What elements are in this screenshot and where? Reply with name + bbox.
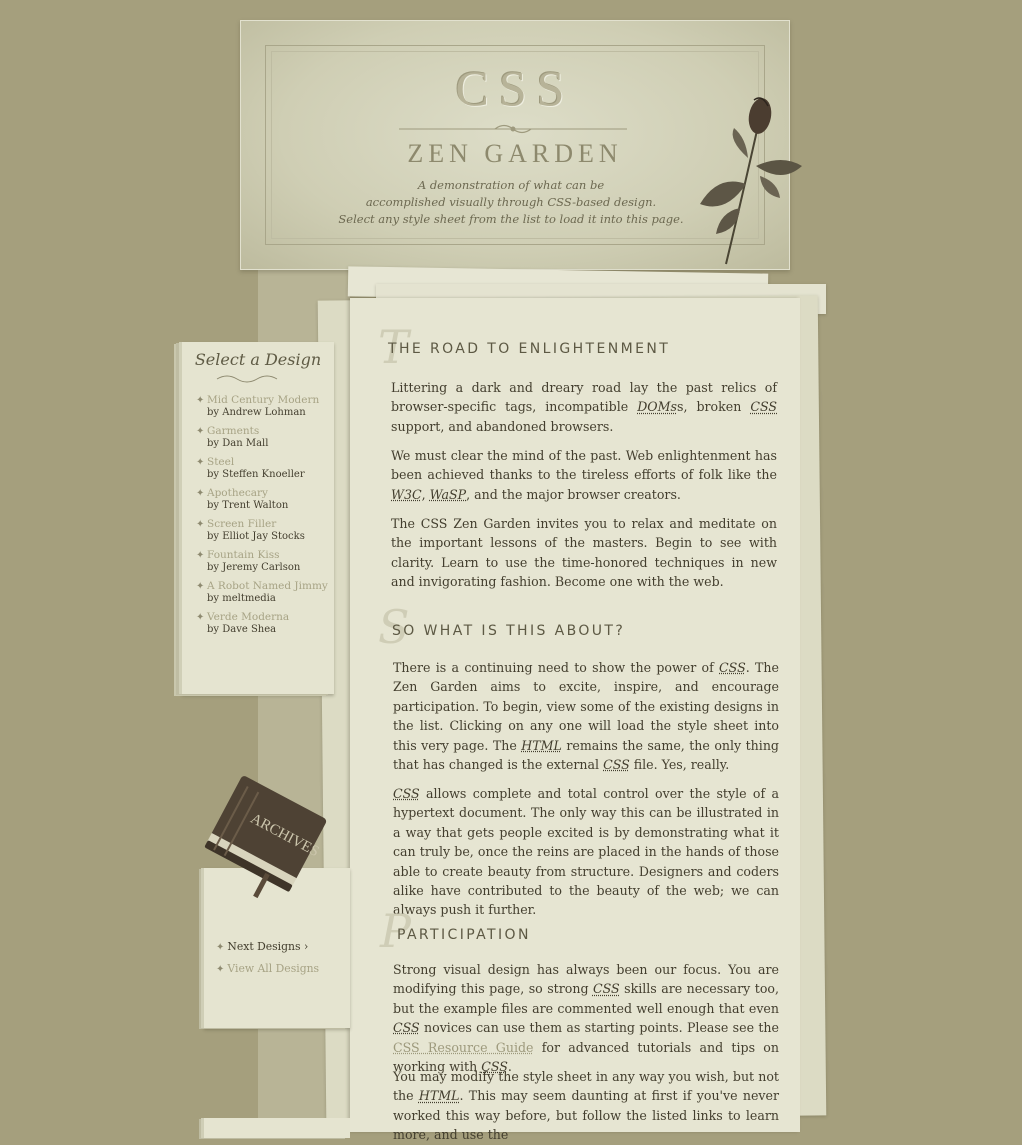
archives-book-icon: ARCHIVES — [204, 776, 327, 899]
abbr-w3c: W3C — [391, 486, 422, 502]
abbr-html: HTML — [418, 1088, 460, 1104]
design-link[interactable]: A Robot Named Jimmy — [207, 580, 328, 592]
design-list-title: Select a Design — [194, 350, 322, 369]
tagline-line: accomplished visually through CSS-based … — [365, 195, 657, 209]
abbr-css: CSS — [393, 1020, 420, 1036]
design-author: by Trent Walton — [207, 500, 289, 511]
star-icon: ✦ — [196, 550, 205, 561]
star-icon: ✦ — [216, 942, 225, 953]
abbr-dom: DOMs — [637, 399, 677, 415]
abbr-html: HTML — [521, 737, 562, 753]
paper-card — [204, 1118, 350, 1138]
paragraph: The CSS Zen Garden invites you to relax … — [391, 516, 777, 590]
design-list: ✦ Mid Century Modern by Andrew Lohman ✦ Gar… — [196, 394, 336, 642]
list-item: ✦ Steel by Steffen Knoeller — [196, 456, 336, 487]
star-icon: ✦ — [196, 488, 205, 499]
next-designs-link[interactable]: ✦ Next Designs › — [216, 940, 308, 953]
abbr-wasp: WaSP — [429, 486, 467, 502]
list-item: ✦ Screen Filler by Elliot Jay Stocks — [196, 518, 336, 549]
design-author: by Dan Mall — [207, 438, 269, 449]
design-link[interactable]: Verde Moderna — [207, 611, 289, 623]
design-link[interactable]: Fountain Kiss — [207, 549, 279, 561]
flourish-icon — [216, 375, 278, 383]
paragraph: We must clear the mind of the past. Web … — [391, 448, 777, 502]
header-tagline: A demonstration of what can be accomplis… — [321, 177, 701, 228]
list-item: ✦ A Robot Named Jimmy by meltmedia — [196, 580, 336, 611]
heading-road-to-enlightenment: THE ROAD TO ENLIGHTENMENT — [388, 341, 671, 357]
list-item: ✦ Apothecary by Trent Walton — [196, 487, 336, 518]
design-author: by Andrew Lohman — [207, 407, 306, 418]
view-all-designs-link[interactable]: ✦ View All Designs — [216, 962, 319, 975]
rose-icon — [700, 97, 802, 265]
list-item: ✦ Garments by Dan Mall — [196, 425, 336, 456]
paragraph: Littering a dark and dreary road lay the… — [391, 380, 778, 434]
star-icon: ✦ — [216, 964, 225, 975]
main-content: T THE ROAD TO ENLIGHTENMENT Littering a … — [350, 298, 800, 1142]
tagline-line: Select any style sheet from the list to … — [338, 212, 684, 226]
abbr-css: CSS — [393, 786, 420, 801]
design-author: by Elliot Jay Stocks — [207, 531, 305, 542]
list-item: ✦ Verde Moderna by Dave Shea — [196, 611, 336, 642]
tagline-line: A demonstration of what can be — [417, 178, 605, 192]
star-icon: ✦ — [196, 395, 205, 406]
star-icon: ✦ — [196, 581, 205, 592]
design-author: by Jeremy Carlson — [207, 562, 301, 573]
star-icon: ✦ — [196, 612, 205, 623]
abbr-css: CSS — [603, 757, 630, 773]
list-item: ✦ Fountain Kiss by Jeremy Carlson — [196, 549, 336, 580]
design-link[interactable]: Steel — [207, 456, 234, 468]
abbr-css: CSS — [750, 399, 778, 415]
paragraph: You may modify the style sheet in any wa… — [393, 1069, 779, 1143]
abbr-css: CSS — [592, 981, 620, 997]
paragraph: CSS allows complete and total control ov… — [393, 786, 779, 918]
star-icon: ✦ — [196, 519, 205, 530]
list-item: ✦ Mid Century Modern by Andrew Lohman — [196, 394, 336, 425]
design-link[interactable]: Mid Century Modern — [207, 394, 319, 406]
css-resource-guide-link[interactable]: CSS Resource Guide — [393, 1040, 534, 1055]
heading-so-what-is-this-about: SO WHAT IS THIS ABOUT? — [392, 623, 626, 639]
header-ornament-icon — [399, 124, 627, 134]
design-link[interactable]: Screen Filler — [207, 518, 276, 530]
design-author: by Dave Shea — [207, 624, 277, 635]
abbr-css: CSS — [719, 660, 746, 675]
design-author: by Steffen Knoeller — [207, 469, 305, 480]
design-author: by meltmedia — [207, 593, 276, 604]
star-icon: ✦ — [196, 426, 205, 437]
paragraph: Strong visual design has always been our… — [393, 962, 779, 1075]
design-link[interactable]: Apothecary — [207, 487, 268, 499]
heading-participation: PARTICIPATION — [397, 927, 531, 943]
star-icon: ✦ — [196, 457, 205, 468]
paragraph: There is a continuing need to show the p… — [393, 660, 779, 773]
design-link[interactable]: Garments — [207, 425, 259, 437]
design-selection-panel: Select a Design ✦ Mid Century Modern by An… — [182, 342, 334, 694]
